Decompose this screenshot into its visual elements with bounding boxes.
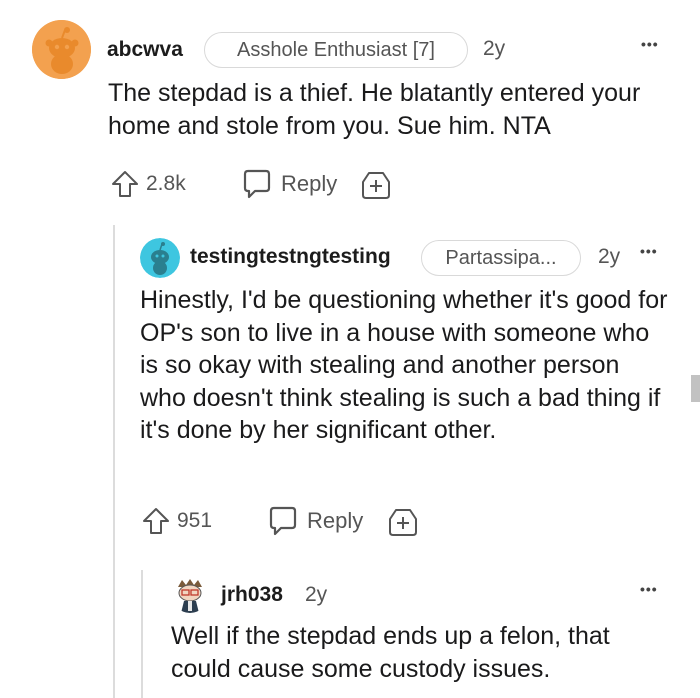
username[interactable]: testingtestngtesting (190, 245, 391, 269)
award-button[interactable] (387, 506, 419, 543)
upvote-button[interactable]: 2.8k (110, 169, 186, 199)
more-options-button[interactable]: ••• (640, 581, 658, 597)
snoo-avatar-icon (32, 20, 91, 79)
user-flair: Asshole Enthusiast [7] (204, 32, 468, 68)
upvote-arrow-icon (112, 171, 138, 197)
timestamp[interactable]: 2y (305, 583, 327, 607)
reply-label: Reply (281, 171, 338, 196)
upvote-button[interactable]: 951 (141, 506, 212, 536)
comment-body: Well if the stepdad ends up a felon, tha… (171, 622, 610, 683)
vote-count: 2.8k (146, 172, 186, 195)
user-flair: Partassipa... (421, 240, 581, 276)
speech-bubble-icon (243, 169, 271, 199)
snoo-avatar-icon (172, 577, 208, 613)
reply-label: Reply (307, 508, 364, 533)
upvote-arrow-icon (143, 508, 169, 534)
award-plus-icon (362, 172, 390, 199)
award-button[interactable] (360, 169, 392, 206)
reply-button[interactable]: Reply (267, 505, 363, 537)
more-options-button[interactable]: ••• (640, 243, 658, 259)
thread-line[interactable] (141, 570, 143, 698)
timestamp[interactable]: 2y (598, 245, 620, 269)
timestamp[interactable]: 2y (483, 37, 505, 61)
thread-line[interactable] (113, 225, 115, 698)
username[interactable]: jrh038 (221, 583, 283, 607)
more-options-button[interactable]: ••• (641, 36, 659, 52)
snoo-avatar-icon (140, 238, 180, 278)
reply-button[interactable]: Reply (241, 168, 337, 200)
username[interactable]: abcwva (107, 38, 183, 62)
speech-bubble-icon (269, 506, 297, 536)
comment-body: Hinestly, I'd be questioning whether it'… (140, 286, 668, 444)
avatar[interactable] (32, 20, 91, 79)
avatar[interactable] (140, 238, 180, 278)
avatar[interactable] (172, 577, 208, 613)
scrollbar-thumb[interactable] (691, 375, 700, 402)
vote-count: 951 (177, 509, 213, 532)
award-plus-icon (389, 509, 417, 536)
comment-body: The stepdad is a thief. He blatantly ent… (108, 79, 641, 140)
